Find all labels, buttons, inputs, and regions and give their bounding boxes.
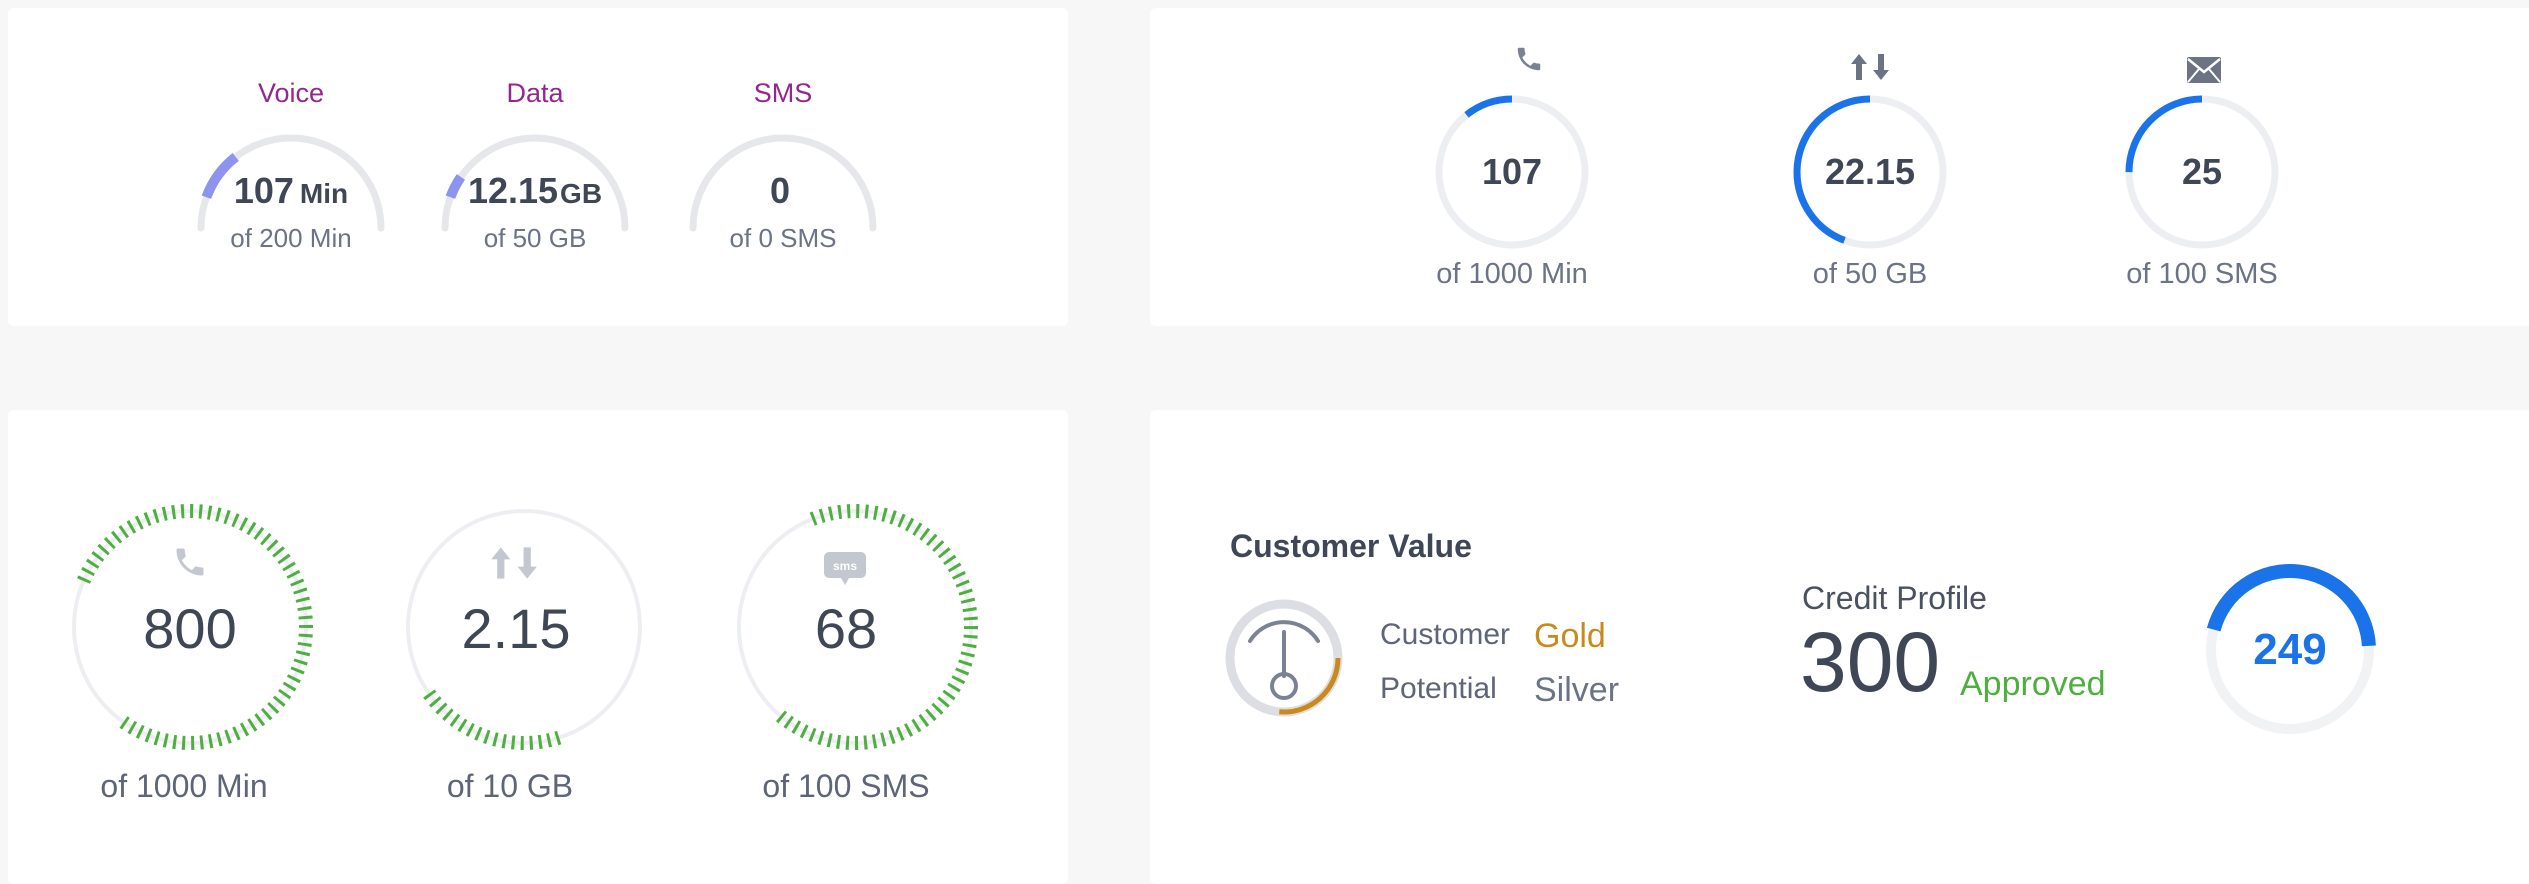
voice-dashed-allowance: of 1000 Min [100, 768, 268, 804]
customer-label: Customer [1380, 618, 1511, 651]
customer-tier: Gold [1534, 617, 1606, 655]
phone-icon [176, 548, 204, 576]
data-label: Data [506, 78, 564, 108]
sms-bubble-icon: sms [824, 552, 866, 585]
data-transfer-icon [1851, 54, 1889, 80]
data-ring-allowance: of 50 GB [1812, 258, 1928, 290]
data-transfer-icon [491, 547, 537, 579]
data-reading: 12.15GB [468, 170, 602, 212]
sms-dashed-value: 68 [814, 597, 878, 660]
sms-label: SMS [753, 78, 813, 108]
sms-bubble-text: sms [833, 559, 857, 573]
data-gauge-fill [445, 174, 466, 200]
voice-reading: 107 Min [234, 170, 348, 212]
sms-value: 0 [769, 170, 791, 211]
voice-allowance: of 200 Min [230, 223, 352, 253]
voice-label: Voice [257, 78, 325, 108]
customer-profile-card: Customer Value Customer Gold Potential S… [1150, 410, 2529, 884]
sms-allowance: of 0 SMS [729, 223, 837, 253]
sms-reading: 0 [770, 170, 796, 212]
customer-value-title: Customer Value [1230, 528, 1472, 564]
credit-status: Approved [1960, 665, 2106, 703]
potential-label: Potential [1380, 672, 1497, 705]
sms-dashed-allowance: of 100 SMS [762, 768, 930, 804]
phone-icon [1517, 47, 1541, 71]
credit-score: 300 [1800, 615, 1941, 709]
customer-value-dial [1225, 599, 1343, 717]
credit-ring-value: 249 [2253, 625, 2327, 674]
voice-dashed-value: 800 [143, 597, 237, 660]
sms-ring-value: 25 [2181, 151, 2223, 192]
voice-gauge-fill [201, 153, 239, 200]
sms-ring-allowance: of 100 SMS [2126, 258, 2278, 290]
envelope-icon [2187, 57, 2221, 83]
usage-summary-card: Voice 107 Min of 200 Min Data 12.15GB of … [8, 8, 1068, 326]
voice-value: 107 [233, 170, 294, 211]
data-value: 12.15 [467, 170, 559, 211]
data-dashed-allowance: of 10 GB [446, 768, 574, 804]
data-ring-value: 22.15 [1824, 151, 1916, 192]
voice-unit: Min [299, 178, 349, 209]
potential-tier: Silver [1534, 671, 1620, 709]
usage-dashed-card: 800 of 1000 Min 2.15 of 10 GB sms 68 of … [8, 410, 1068, 884]
data-unit: GB [560, 178, 603, 209]
voice-ring-allowance: of 1000 Min [1436, 258, 1588, 290]
data-allowance: of 50 GB [483, 223, 587, 253]
data-dashed-value: 2.15 [461, 597, 571, 660]
credit-profile-title: Credit Profile [1802, 580, 1987, 616]
usage-rings-card: 107 of 1000 Min 22.15 of 50 GB 25 of 100… [1150, 8, 2529, 326]
voice-ring-value: 107 [1481, 151, 1543, 192]
dial-gold-arc [1279, 657, 1341, 715]
